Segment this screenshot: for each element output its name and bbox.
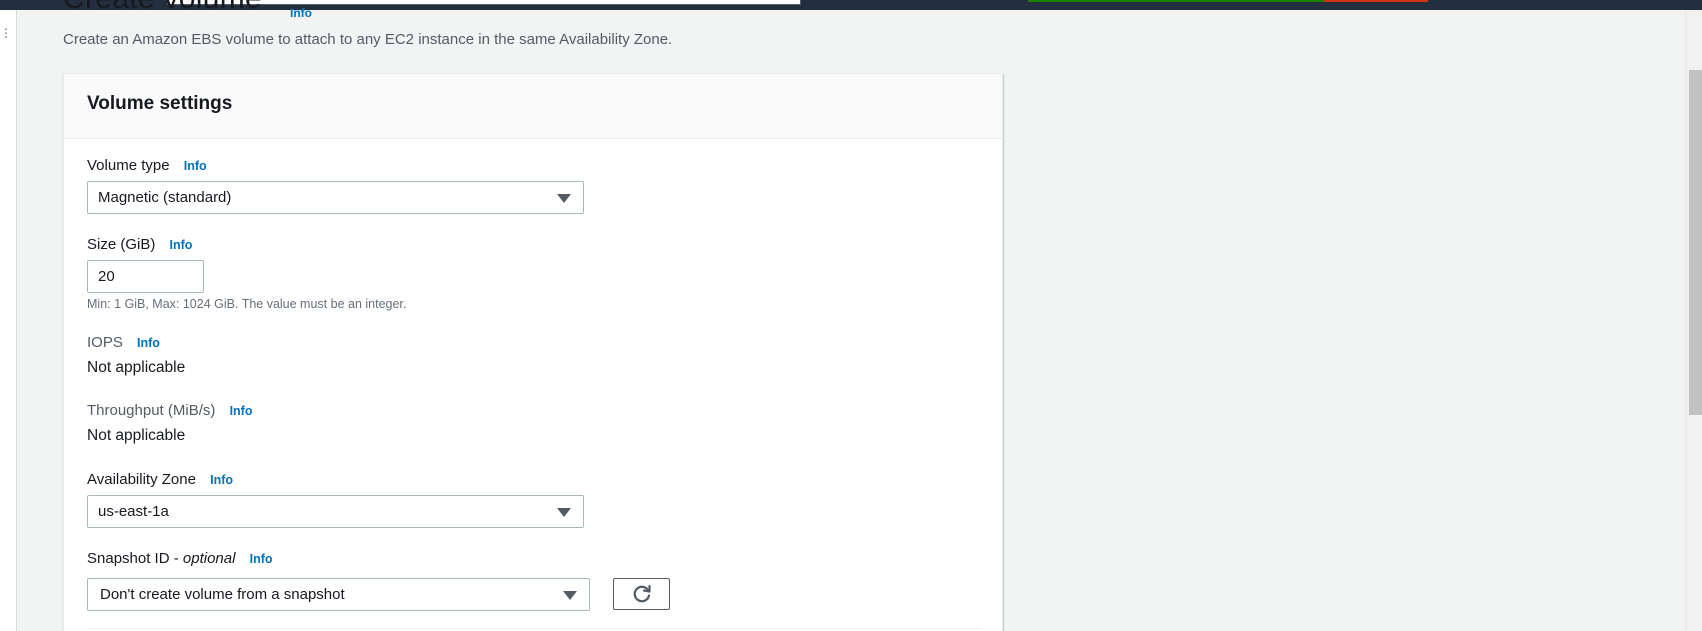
iops-info-link[interactable]: Info [137, 336, 160, 350]
size-info-link[interactable]: Info [170, 238, 193, 252]
scrollbar-thumb[interactable] [1689, 70, 1702, 415]
panel-header: Volume settings [64, 74, 1002, 139]
success-indicator [1028, 0, 1324, 2]
snapshot-info-link[interactable]: Info [250, 552, 273, 566]
global-search-input[interactable] [167, 0, 801, 5]
error-indicator [1324, 0, 1428, 2]
page-scrollbar[interactable] [1685, 10, 1702, 631]
section-divider [87, 628, 980, 629]
volume-type-value: Magnetic (standard) [98, 189, 232, 206]
snapshot-label: Snapshot ID - optional Info [87, 550, 273, 567]
more-vertical-icon[interactable]: ⋮ [0, 27, 12, 39]
snapshot-optional-text: optional [182, 550, 236, 567]
chevron-down-icon [563, 591, 577, 600]
page-description: Create an Amazon EBS volume to attach to… [63, 31, 673, 48]
iops-label-text: IOPS [87, 334, 123, 351]
size-input[interactable]: 20 [87, 260, 204, 293]
volume-type-label-text: Volume type [87, 157, 170, 174]
throughput-value: Not applicable [87, 427, 186, 444]
throughput-label-text: Throughput (MiB/s) [87, 402, 216, 419]
volume-settings-panel: Volume settings Volume type Info Magneti… [63, 73, 1003, 631]
volume-type-label: Volume type Info [87, 157, 207, 174]
throughput-info-link[interactable]: Info [230, 404, 253, 418]
size-value: 20 [98, 268, 115, 285]
availability-zone-select[interactable]: us-east-1a [87, 495, 584, 528]
snapshot-label-text: Snapshot ID - [87, 550, 183, 567]
iops-value: Not applicable [87, 359, 186, 376]
availability-zone-value: us-east-1a [98, 503, 169, 520]
refresh-icon [633, 584, 651, 603]
snapshot-select[interactable]: Don't create volume from a snapshot [87, 578, 590, 611]
snapshot-value: Don't create volume from a snapshot [100, 586, 345, 603]
size-label-text: Size (GiB) [87, 236, 156, 253]
page-title: Create volume [63, 0, 262, 16]
chevron-down-icon [557, 508, 571, 517]
volume-type-select[interactable]: Magnetic (standard) [87, 181, 584, 214]
iops-label: IOPS Info [87, 334, 160, 351]
volume-type-info-link[interactable]: Info [184, 159, 207, 173]
size-label: Size (GiB) Info [87, 236, 192, 253]
availability-zone-label-text: Availability Zone [87, 471, 196, 488]
panel-title: Volume settings [87, 93, 233, 114]
size-hint: Min: 1 GiB, Max: 1024 GiB. The value mus… [87, 297, 407, 311]
refresh-snapshots-button[interactable] [613, 578, 670, 610]
title-info-link[interactable]: Info [290, 6, 312, 20]
availability-zone-label: Availability Zone Info [87, 471, 233, 488]
side-navigation-rail: ⋮ [0, 10, 17, 631]
chevron-down-icon [557, 194, 571, 203]
throughput-label: Throughput (MiB/s) Info [87, 402, 252, 419]
availability-zone-info-link[interactable]: Info [210, 473, 233, 487]
